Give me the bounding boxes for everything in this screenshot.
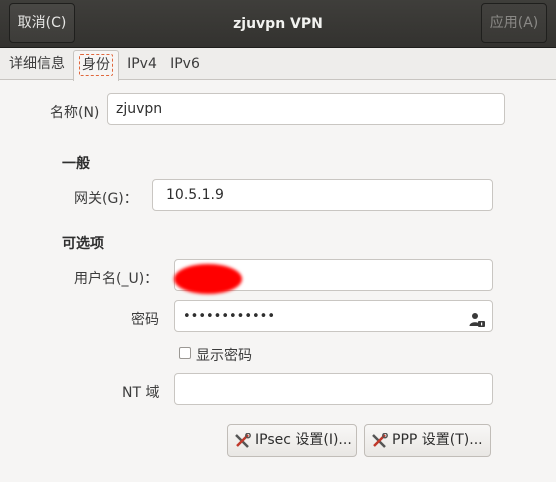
tab-identity[interactable]: 身份 <box>73 50 119 81</box>
ipsec-settings-button[interactable]: IPsec 设置(I)... <box>227 424 357 457</box>
ppp-settings-label: PPP 设置(T)... <box>392 432 483 448</box>
tools-icon <box>372 433 388 448</box>
redaction-mark <box>174 264 242 294</box>
password-input[interactable]: •••••••••••• <box>174 300 493 332</box>
tab-bar: 详细信息 身份 IPv4 IPv6 <box>0 48 556 81</box>
user-lock-icon[interactable] <box>469 309 485 327</box>
apply-button[interactable]: 应用(A) <box>481 3 547 43</box>
ppp-settings-button[interactable]: PPP 设置(T)... <box>364 424 491 457</box>
password-label: 密码 <box>131 312 159 328</box>
tools-icon <box>235 433 251 448</box>
general-heading: 一般 <box>62 156 90 172</box>
nt-domain-input[interactable] <box>174 373 493 405</box>
name-input[interactable]: zjuvpn <box>107 93 505 125</box>
window-title: zjuvpn VPN <box>233 16 323 32</box>
gateway-input[interactable]: 10.5.1.9 <box>152 179 493 211</box>
header-bar: 取消(C) zjuvpn VPN 应用(A) <box>0 0 556 48</box>
password-dots: •••••••••••• <box>183 309 276 324</box>
gateway-label: 网关(G)： <box>74 191 138 207</box>
name-label: 名称(N) <box>50 105 100 121</box>
tab-ipv4[interactable]: IPv4 <box>122 50 162 80</box>
ipsec-settings-label: IPsec 设置(I)... <box>255 432 352 448</box>
optional-heading: 可选项 <box>62 236 104 252</box>
username-label: 用户名(_U)： <box>74 271 159 287</box>
show-password-label[interactable]: 显示密码 <box>196 345 252 365</box>
nt-domain-label: NT 域 <box>122 385 160 401</box>
show-password-checkbox[interactable] <box>179 347 191 359</box>
tab-details[interactable]: 详细信息 <box>4 50 70 80</box>
tab-identity-label: 身份 <box>79 54 113 76</box>
tab-ipv6[interactable]: IPv6 <box>165 50 205 80</box>
